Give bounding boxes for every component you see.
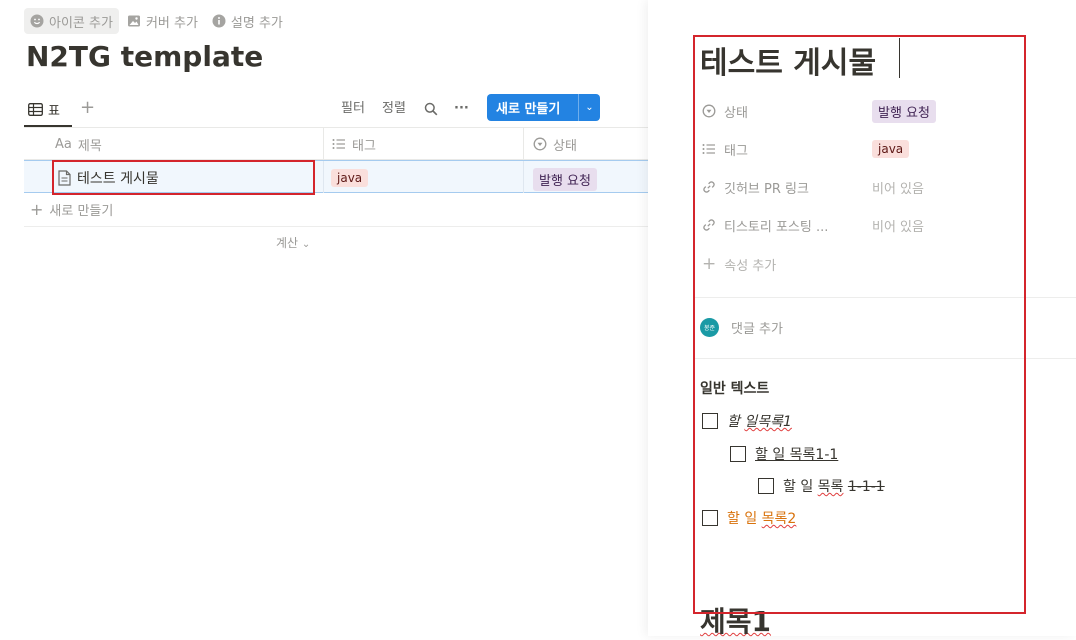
new-button-label: 새로 만들기	[496, 102, 561, 117]
more-options-icon[interactable]: ···	[454, 98, 469, 120]
plus-icon: +	[30, 200, 44, 219]
add-row-label: 새로 만들기	[49, 204, 114, 219]
chevron-down-icon: ⌄	[301, 239, 311, 250]
add-cover-button[interactable]: 커버 추가	[121, 8, 204, 34]
row-status-badge[interactable]: 발행 요청	[533, 168, 597, 191]
highlight-box	[693, 35, 1026, 614]
column-header-title[interactable]: Aa 제목	[55, 128, 102, 160]
add-cover-label: 커버 추가	[145, 15, 198, 31]
cell-divider	[323, 161, 324, 193]
new-button[interactable]: 새로 만들기 ⌄	[487, 94, 600, 121]
column-header-status[interactable]: 상태	[533, 128, 577, 160]
cell-divider	[523, 161, 524, 193]
page-title[interactable]: N2TG template	[26, 40, 263, 73]
column-status-label: 상태	[553, 138, 577, 154]
column-divider[interactable]	[523, 128, 524, 160]
table-view-label: 표	[48, 103, 60, 119]
add-description-label: 설명 추가	[230, 15, 283, 31]
text-type-icon: Aa	[55, 136, 72, 152]
calculate-button[interactable]: 계산 ⌄	[276, 234, 310, 251]
column-divider[interactable]	[323, 128, 324, 160]
highlight-box	[52, 160, 315, 195]
database-view: 아이콘 추가 커버 추가 설명 추가 N2TG template 표 + 필터 …	[0, 0, 648, 636]
image-icon	[127, 14, 141, 29]
tab-table-view[interactable]: 표	[24, 92, 64, 126]
row-tag[interactable]: java	[331, 169, 369, 187]
table-icon	[28, 102, 43, 117]
info-icon	[212, 14, 226, 29]
smiley-icon	[30, 14, 44, 29]
page-top-actions: 아이콘 추가 커버 추가 설명 추가	[24, 8, 289, 34]
add-icon-label: 아이콘 추가	[49, 15, 113, 31]
list-icon	[332, 137, 346, 152]
filter-button[interactable]: 필터	[341, 98, 365, 120]
add-view-plus-icon[interactable]: +	[80, 98, 95, 118]
calc-divider	[24, 226, 648, 227]
sort-button[interactable]: 정렬	[382, 98, 406, 120]
add-description-button[interactable]: 설명 추가	[206, 8, 289, 34]
add-icon-button[interactable]: 아이콘 추가	[24, 8, 119, 34]
column-tag-label: 태그	[352, 138, 376, 154]
calculate-label: 계산	[276, 236, 299, 250]
search-button[interactable]	[424, 98, 438, 120]
status-icon	[533, 137, 547, 152]
column-title-label: 제목	[77, 138, 102, 154]
chevron-down-icon[interactable]: ⌄	[579, 102, 600, 113]
search-icon	[424, 101, 438, 116]
view-bar: 표 + 필터 정렬 ··· 새로 만들기 ⌄	[24, 92, 648, 128]
column-header-tag[interactable]: 태그	[332, 128, 376, 160]
page-peek-panel: 테스트 게시물 상태 발행 요청 태그 java 깃허브 PR 링크 비어 있음	[648, 0, 1076, 638]
add-row-button[interactable]: + 새로 만들기	[30, 200, 113, 219]
table-header: Aa 제목 태그 상태	[24, 128, 648, 160]
